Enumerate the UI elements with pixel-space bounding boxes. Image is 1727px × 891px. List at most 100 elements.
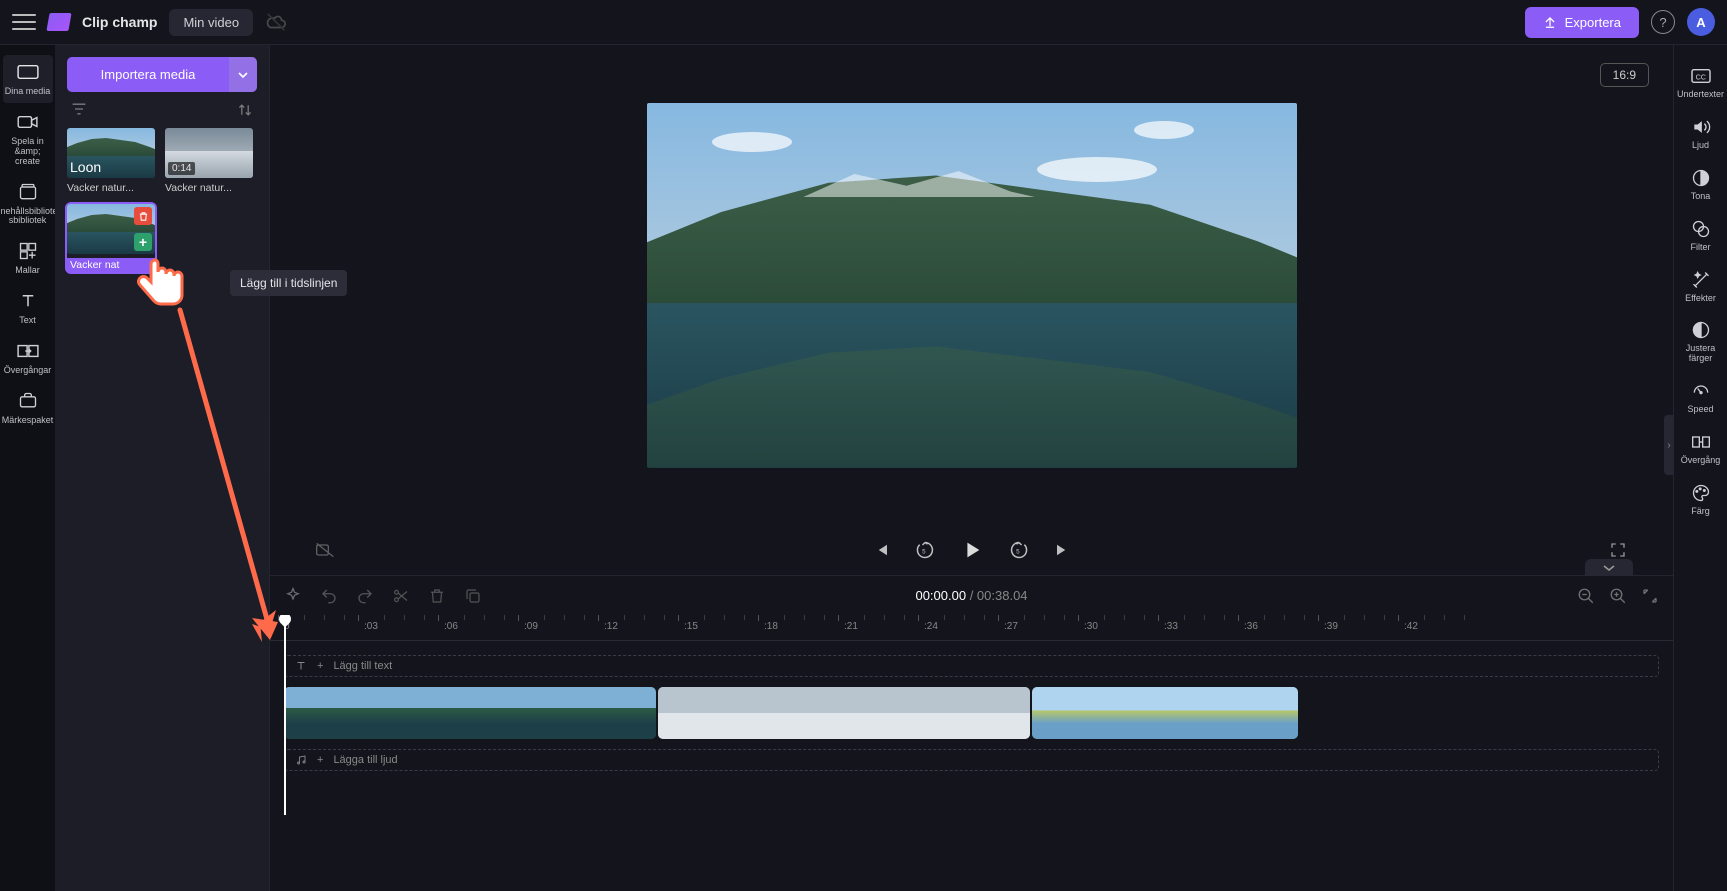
rewind-button[interactable]: 5 [914, 539, 936, 561]
sidebar-item-media[interactable]: Dina media [3, 55, 53, 103]
sidebar-item-record[interactable]: Spela in &amp; create [3, 105, 53, 173]
prop-speed[interactable]: Speed [1677, 374, 1725, 421]
music-icon [295, 754, 307, 766]
text-icon [17, 290, 39, 312]
sidebar-item-label: Märkespaket [2, 416, 54, 426]
ruler-tick: :27 [1004, 621, 1018, 632]
prop-label: Tona [1691, 192, 1711, 202]
menu-icon[interactable] [12, 10, 36, 34]
filter-icon [1690, 218, 1712, 240]
clipchamp-logo-icon [46, 13, 71, 31]
chevron-down-icon [238, 70, 248, 80]
chevron-down-icon [1603, 564, 1615, 572]
aspect-ratio-selector[interactable]: 16:9 [1600, 63, 1649, 87]
playhead[interactable] [284, 615, 286, 815]
ruler-tick: :12 [604, 621, 618, 632]
export-label: Exportera [1565, 15, 1621, 30]
sidebar-item-label: Mallar [15, 266, 40, 276]
ruler-tick: :24 [924, 621, 938, 632]
filter-icon[interactable] [71, 102, 87, 116]
prop-filter[interactable]: Filter [1677, 212, 1725, 259]
prop-label: Filter [1691, 243, 1711, 253]
copy-icon[interactable] [464, 587, 482, 605]
trash-icon[interactable] [428, 587, 446, 605]
media-panel: Importera media Loon Vacker natur... 0:1… [55, 45, 270, 891]
prop-label: Färg [1691, 507, 1710, 517]
magic-icon[interactable] [284, 587, 302, 605]
avatar[interactable]: A [1687, 8, 1715, 36]
sidebar-item-templates[interactable]: Mallar [3, 234, 53, 282]
ruler-tick: :09 [524, 621, 538, 632]
camcorder-icon [17, 111, 39, 133]
prop-fade[interactable]: Tona [1677, 161, 1725, 208]
prop-effects[interactable]: Effekter [1677, 263, 1725, 310]
skip-next-button[interactable] [1052, 539, 1074, 561]
timeline[interactable]: 0:03:06:09:12:15:18:21:24:27:30:33:36:39… [270, 615, 1673, 891]
ruler-tick: :03 [364, 621, 378, 632]
sidebar-item-label: Övergångar [4, 366, 52, 376]
add-to-timeline-tooltip: Lägg till i tidslinjen [230, 270, 347, 296]
project-name-pill[interactable]: Min video [169, 9, 253, 36]
media-item[interactable]: Loon Vacker natur... [67, 128, 155, 194]
prop-adjust-color[interactable]: Justera färger [1677, 313, 1725, 370]
skip-prev-button[interactable] [870, 539, 892, 561]
sidebar-item-label: Spela in &amp; create [5, 137, 51, 167]
preview-canvas[interactable] [647, 103, 1297, 468]
prop-label: Speed [1687, 405, 1713, 415]
redo-icon[interactable] [356, 587, 374, 605]
media-icon [17, 61, 39, 83]
prop-audio[interactable]: Ljud [1677, 110, 1725, 157]
camera-off-icon[interactable] [314, 539, 336, 561]
video-track[interactable] [284, 687, 1659, 739]
prop-label: Övergång [1681, 456, 1721, 466]
delete-media-button[interactable] [134, 207, 152, 225]
sidebar-item-library[interactable]: Innehållsbibliotek sbibliotek [3, 175, 53, 233]
timeline-clip[interactable] [284, 687, 656, 739]
import-media-button[interactable]: Importera media [67, 57, 229, 92]
sidebar-item-text[interactable]: Text [3, 284, 53, 332]
media-item[interactable]: 0:14 Vacker natur... [165, 128, 253, 194]
svg-text:CC: CC [1695, 73, 1705, 82]
zoom-in-icon[interactable] [1609, 587, 1627, 605]
media-title: Vacker nat [67, 258, 155, 272]
audio-track-placeholder[interactable]: + Lägga till ljud [284, 749, 1659, 771]
timeline-ruler[interactable]: 0:03:06:09:12:15:18:21:24:27:30:33:36:39… [270, 615, 1673, 641]
media-title: Vacker natur... [67, 182, 155, 194]
undo-icon[interactable] [320, 587, 338, 605]
stage: 16:9 5 5 [270, 45, 1673, 891]
contrast-icon [1690, 319, 1712, 341]
prop-label: Undertexter [1677, 90, 1724, 100]
sidebar-item-label: Dina media [5, 87, 51, 97]
forward-button[interactable]: 5 [1008, 539, 1030, 561]
export-button[interactable]: Exportera [1525, 7, 1639, 38]
sort-icon[interactable] [237, 102, 253, 118]
prop-captions[interactable]: CC Undertexter [1677, 59, 1725, 106]
add-to-timeline-button[interactable]: + [134, 233, 152, 251]
fit-icon[interactable] [1641, 587, 1659, 605]
import-dropdown-button[interactable] [229, 57, 257, 92]
prop-transition[interactable]: Övergång [1677, 425, 1725, 472]
fullscreen-button[interactable] [1607, 539, 1629, 561]
media-duration: 0:14 [168, 162, 195, 175]
expand-timeline-button[interactable] [1585, 559, 1633, 576]
trash-icon [138, 211, 149, 222]
media-item-selected[interactable]: + Vacker nat [67, 204, 155, 272]
timeline-clip[interactable] [1032, 687, 1298, 739]
templates-icon [17, 240, 39, 262]
fade-icon [1690, 167, 1712, 189]
zoom-out-icon[interactable] [1577, 587, 1595, 605]
text-track-placeholder[interactable]: + Lägg till text [284, 655, 1659, 677]
split-icon[interactable] [392, 587, 410, 605]
prop-color[interactable]: Färg [1677, 476, 1725, 523]
prop-label: Justera färger [1677, 344, 1725, 364]
captions-icon: CC [1690, 65, 1712, 87]
help-icon[interactable]: ? [1651, 10, 1675, 34]
timeline-clip[interactable] [658, 687, 1030, 739]
cloud-sync-icon [265, 11, 287, 33]
play-button[interactable] [958, 536, 986, 564]
ruler-tick: :33 [1164, 621, 1178, 632]
collapse-properties-button[interactable]: › [1664, 415, 1674, 475]
sidebar-item-brandkit[interactable]: Märkespaket [3, 384, 53, 432]
ruler-tick: :18 [764, 621, 778, 632]
sidebar-item-transitions[interactable]: Övergångar [3, 334, 53, 382]
